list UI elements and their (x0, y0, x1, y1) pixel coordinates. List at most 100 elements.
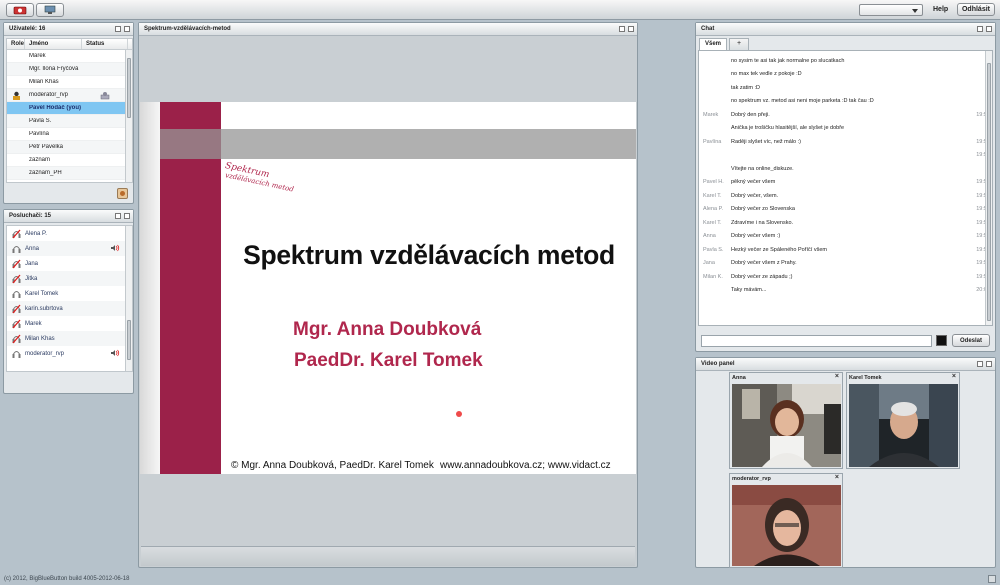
tab-add[interactable]: + (729, 38, 749, 50)
layout-dropdown[interactable] (859, 4, 923, 16)
chat-sender: Pavel H. (703, 179, 724, 186)
resize-handle[interactable] (988, 575, 996, 583)
role-cell (7, 141, 25, 153)
camera-share-button[interactable] (6, 3, 34, 17)
chat-message: Marek Dobrý den přeji. 19:54 (699, 108, 992, 122)
maximize-icon[interactable] (986, 361, 992, 367)
chat-message: Jana Dobrý večer všem z Prahy. 19:57 (699, 257, 992, 271)
chat-text: no max tek vedle z pokoje :D (731, 71, 802, 78)
tab-all[interactable]: Všem (699, 38, 727, 50)
chat-scrollbar[interactable] (985, 51, 992, 325)
video-window-karel[interactable]: Karel Tomek × (846, 372, 960, 469)
video-window-anna[interactable]: Anna × (729, 372, 843, 469)
chat-message: tak zatim :D (699, 81, 992, 95)
send-button[interactable]: Odeslat (952, 334, 990, 347)
chat-message: Pavlína Raději slyšet víc, než málo :) 19:… (699, 135, 992, 149)
minimize-icon[interactable] (115, 213, 121, 219)
user-row[interactable]: Marek (7, 50, 132, 63)
user-row[interactable]: Pavel Hodáč (you) (7, 102, 132, 115)
muted-headset-icon (12, 259, 20, 268)
column-name[interactable]: Jméno (25, 39, 82, 49)
user-name: moderator_rvp (29, 92, 69, 98)
muted-headset-icon[interactable] (7, 229, 25, 239)
listener-row[interactable]: Jitka (7, 271, 132, 286)
listener-row[interactable]: Alena P. (7, 226, 132, 241)
role-cell (7, 115, 25, 127)
muted-headset-icon[interactable] (7, 259, 25, 269)
speaker-talking-icon (111, 349, 120, 356)
chat-message: Taky mávám... 20:00 (699, 284, 992, 298)
video-window-name: Anna (732, 375, 746, 381)
column-status[interactable]: Status (82, 39, 128, 49)
minimize-icon[interactable] (977, 26, 983, 32)
listener-row[interactable]: karin.subrtova (7, 301, 132, 316)
user-row[interactable]: Pavla S. (7, 115, 132, 128)
help-link[interactable]: Help (933, 6, 948, 13)
headset-icon[interactable] (7, 289, 25, 299)
maximize-icon[interactable] (124, 26, 130, 32)
close-icon[interactable]: × (835, 373, 839, 380)
muted-headset-icon[interactable] (7, 319, 25, 329)
chat-text: pěkný večer všem (731, 179, 776, 186)
muted-headset-icon[interactable] (7, 304, 25, 314)
listener-row[interactable]: Jana (7, 256, 132, 271)
listener-row[interactable]: Marek (7, 316, 132, 331)
logout-button[interactable]: Odhlásit (957, 3, 995, 16)
listener-row[interactable]: Karel Tomek (7, 286, 132, 301)
users-scroll-thumb[interactable] (127, 58, 131, 118)
column-role[interactable]: Role (7, 39, 25, 49)
user-row[interactable]: zaznam_PH (7, 167, 132, 180)
maximize-icon[interactable] (124, 213, 130, 219)
chat-sender: Karel T. (703, 219, 722, 226)
chat-sender: Pavla S. (703, 246, 724, 253)
headset-icon (12, 245, 20, 253)
user-name: Pavlína (29, 131, 50, 137)
listeners-scrollbar[interactable] (125, 226, 132, 371)
close-icon[interactable]: × (835, 474, 839, 481)
close-icon[interactable]: × (952, 373, 956, 380)
chat-message: Vítejte na online_diskuze. (699, 162, 992, 176)
font-color-picker[interactable] (936, 335, 947, 346)
moderator-icon (12, 91, 20, 100)
chat-text: Taky mávám... (731, 287, 767, 294)
user-name: Marek (29, 53, 46, 59)
role-cell (7, 102, 25, 114)
chat-scroll-thumb[interactable] (987, 63, 991, 321)
user-row[interactable]: Petr Pavelka (7, 141, 132, 154)
listener-row[interactable]: moderator_rvp (7, 346, 132, 361)
minimize-icon[interactable] (115, 26, 121, 32)
user-row[interactable]: Pavlína (7, 128, 132, 141)
user-row[interactable]: Mgr. Ilona Fryčová (7, 63, 132, 76)
chat-tabs: Všem + (699, 38, 749, 50)
desktop-share-button[interactable] (36, 3, 64, 17)
maximize-icon[interactable] (986, 26, 992, 32)
speaker-talking-icon (111, 244, 120, 251)
headset-icon[interactable] (7, 349, 25, 359)
listeners-panel: Posluchači: 15 Alena P. Anna Jana Jitka Kare… (3, 209, 134, 394)
desktop-share-icon (44, 5, 56, 14)
listener-row[interactable]: Anna (7, 241, 132, 256)
minimize-icon[interactable] (977, 361, 983, 367)
muted-headset-icon[interactable] (7, 334, 25, 344)
listeners-scroll-thumb[interactable] (127, 320, 131, 360)
headset-icon[interactable] (7, 244, 25, 254)
chat-message: Karel T. Dobrý večer, všem. 19:55 (699, 189, 992, 203)
maximize-icon[interactable] (628, 26, 634, 32)
muted-headset-icon[interactable] (7, 274, 25, 284)
muted-headset-icon (12, 304, 20, 313)
role-cell (7, 167, 25, 179)
slide-edge (140, 102, 160, 474)
settings-button[interactable] (117, 188, 128, 199)
chat-message: Milan K. Dobrý večer ze západu ;) 19:59 (699, 270, 992, 284)
laser-pointer (456, 411, 462, 417)
minimize-icon[interactable] (619, 26, 625, 32)
user-row[interactable]: Milan Khas (7, 76, 132, 89)
listener-name: Jana (25, 260, 39, 267)
video-window-moderator[interactable]: moderator_rvp × (729, 473, 843, 568)
chat-input[interactable] (701, 335, 932, 347)
user-row[interactable]: zaznam (7, 154, 132, 167)
user-row[interactable]: moderator_rvp (7, 89, 132, 102)
chat-sender: Marek (703, 111, 719, 118)
users-scrollbar[interactable] (125, 50, 132, 182)
listener-row[interactable]: Milan Khas (7, 331, 132, 346)
